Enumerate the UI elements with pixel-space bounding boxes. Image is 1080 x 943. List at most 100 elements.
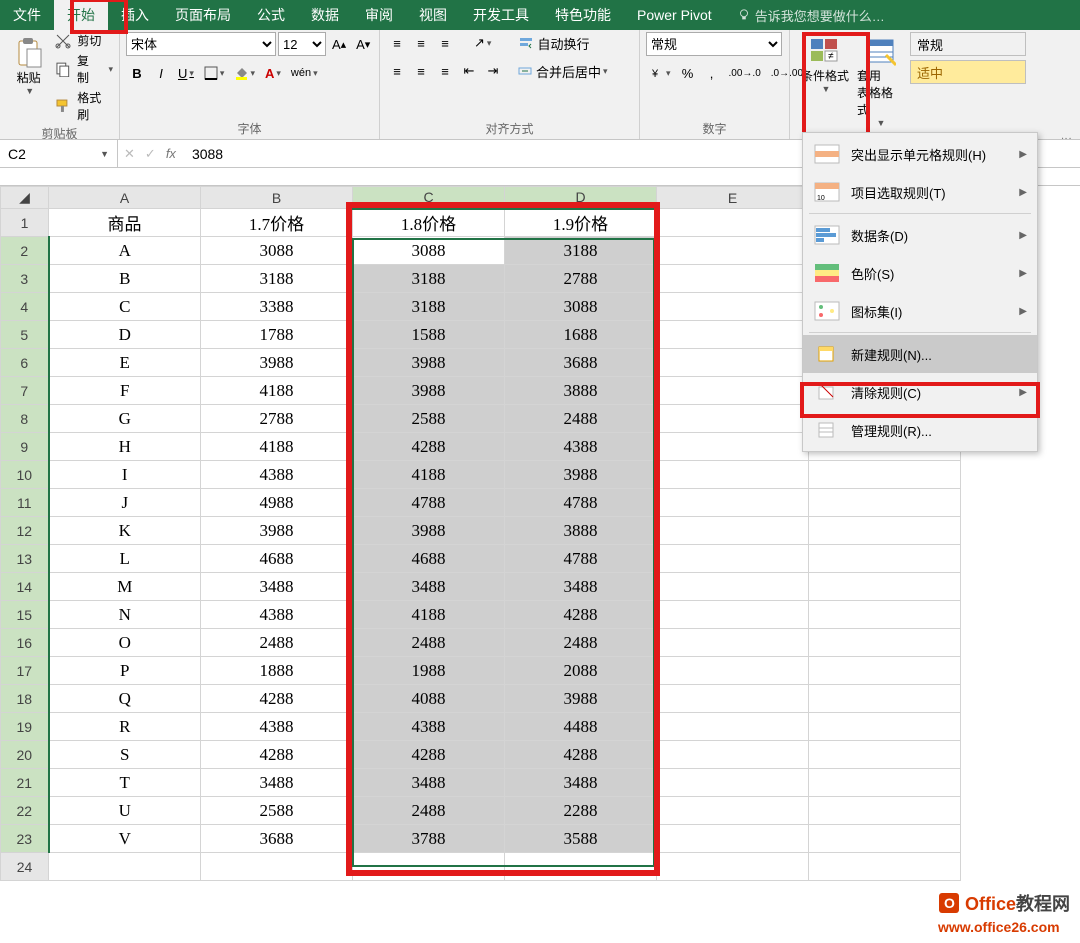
cell[interactable] [657,433,809,461]
cell[interactable] [657,769,809,797]
cell[interactable]: 4088 [353,685,505,713]
cell[interactable]: 3688 [505,349,657,377]
cell[interactable] [809,657,961,685]
tab-pivot[interactable]: Power Pivot [624,0,725,30]
cell[interactable]: F [49,377,201,405]
cell[interactable]: E [49,349,201,377]
row-header[interactable]: 13 [1,545,49,573]
cell[interactable] [657,461,809,489]
cell[interactable] [657,629,809,657]
cell-style-normal[interactable]: 常规 [910,32,1026,56]
cell[interactable] [201,853,353,881]
tab-data[interactable]: 数据 [298,0,352,30]
cell[interactable]: R [49,713,201,741]
row-header[interactable]: 12 [1,517,49,545]
cell[interactable] [657,657,809,685]
cell[interactable]: 3488 [353,769,505,797]
row-header[interactable]: 17 [1,657,49,685]
cell[interactable] [809,825,961,853]
cancel-formula-button[interactable]: ✕ [124,146,135,162]
format-as-table-button[interactable]: 套用 表格格式 ▼ [854,32,906,133]
cell[interactable]: 3988 [505,461,657,489]
cell[interactable]: Q [49,685,201,713]
cell[interactable]: H [49,433,201,461]
cell[interactable] [657,293,809,321]
cell[interactable]: 2488 [505,405,657,433]
row-header[interactable]: 22 [1,797,49,825]
cell[interactable]: 3088 [353,237,505,265]
cell[interactable] [657,685,809,713]
cell[interactable]: 4188 [201,377,353,405]
cell[interactable] [809,685,961,713]
row-header[interactable]: 11 [1,489,49,517]
cell[interactable]: C [49,293,201,321]
cell[interactable]: 4688 [353,545,505,573]
cell[interactable]: 3888 [505,377,657,405]
bold-button[interactable]: B [126,62,148,84]
cell[interactable]: 4188 [201,433,353,461]
cell[interactable] [809,629,961,657]
font-size-combo[interactable]: 12 [278,32,326,56]
cell[interactable]: 1888 [201,657,353,685]
row-header[interactable]: 9 [1,433,49,461]
row-header[interactable]: 1 [1,209,49,237]
cell[interactable] [809,461,961,489]
align-left-button[interactable]: ≡ [386,60,408,82]
cell[interactable]: 1688 [505,321,657,349]
wrap-text-button[interactable]: 自动换行 [515,32,593,54]
cell[interactable]: N [49,601,201,629]
indent-increase-button[interactable]: ⇥ [482,60,504,82]
phonetic-button[interactable]: wén▾ [287,62,322,84]
font-color-button[interactable]: A▾ [261,62,285,84]
col-header-C[interactable]: C [353,187,505,209]
cell[interactable]: A [49,237,201,265]
cell[interactable] [809,853,961,881]
row-header[interactable]: 14 [1,573,49,601]
cell[interactable]: 4188 [353,601,505,629]
cell[interactable]: 1.8价格 [353,209,505,237]
cell[interactable]: 3988 [201,349,353,377]
cell[interactable]: 2488 [505,629,657,657]
cell[interactable]: K [49,517,201,545]
row-header[interactable]: 3 [1,265,49,293]
cell[interactable] [809,517,961,545]
cell[interactable]: 3588 [505,825,657,853]
indent-decrease-button[interactable]: ⇤ [458,60,480,82]
cell[interactable] [809,545,961,573]
cell[interactable]: 2588 [353,405,505,433]
cell[interactable]: 3488 [505,769,657,797]
increase-font-button[interactable]: A▴ [328,33,350,55]
cell[interactable] [657,349,809,377]
col-header-B[interactable]: B [201,187,353,209]
row-header[interactable]: 10 [1,461,49,489]
cell[interactable]: S [49,741,201,769]
comma-button[interactable]: , [701,62,723,84]
cell[interactable]: 4388 [505,433,657,461]
cell[interactable]: 4388 [353,713,505,741]
cf-icon-sets[interactable]: 图标集(I)▶ [803,292,1037,330]
cell[interactable]: 3888 [505,517,657,545]
cell[interactable]: B [49,265,201,293]
cell[interactable]: 3788 [353,825,505,853]
cell[interactable]: 1588 [353,321,505,349]
decrease-font-button[interactable]: A▾ [352,33,374,55]
cell[interactable]: P [49,657,201,685]
tab-review[interactable]: 审阅 [352,0,406,30]
cell[interactable]: 3488 [201,769,353,797]
cell[interactable]: 4288 [353,433,505,461]
tab-file[interactable]: 文件 [0,0,54,30]
align-right-button[interactable]: ≡ [434,60,456,82]
cell[interactable]: 1788 [201,321,353,349]
cell[interactable]: 4388 [201,601,353,629]
cf-manage-rules[interactable]: 管理规则(R)... [803,411,1037,449]
cell[interactable] [657,713,809,741]
cell[interactable]: 4388 [201,461,353,489]
percent-button[interactable]: % [677,62,699,84]
row-header[interactable]: 5 [1,321,49,349]
cell[interactable]: 3388 [201,293,353,321]
cf-color-scales[interactable]: 色阶(S)▶ [803,254,1037,292]
row-header[interactable]: 24 [1,853,49,881]
cell[interactable]: D [49,321,201,349]
cell[interactable] [657,797,809,825]
merge-center-button[interactable]: 合并后居中▾ [514,60,612,82]
